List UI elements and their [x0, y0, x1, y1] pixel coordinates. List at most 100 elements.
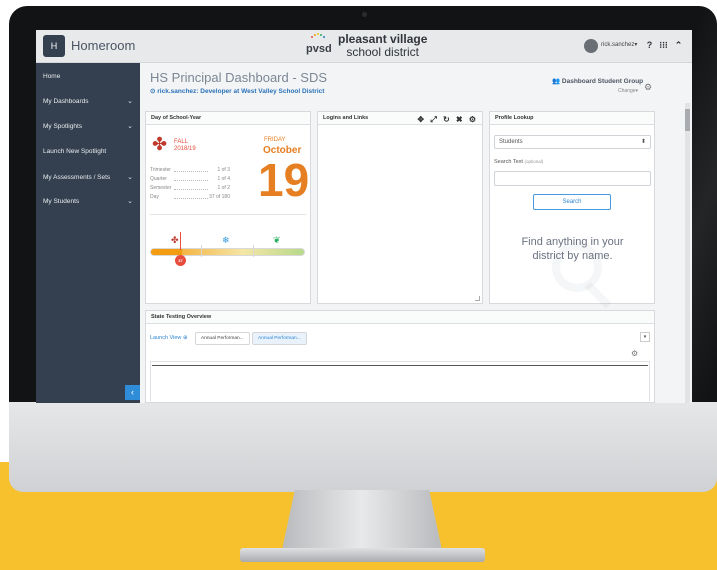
apps-grid-icon[interactable]: ⁝⁝⁝ — [658, 40, 669, 51]
search-text-label: Search Text (optional) — [494, 159, 543, 165]
gear-icon[interactable]: ⚙ — [469, 115, 478, 124]
stat-value: 1 of 2 — [217, 185, 230, 191]
scrollbar-thumb[interactable] — [685, 109, 690, 131]
close-icon[interactable]: ✖ — [456, 115, 465, 124]
day-of-school-year-panel: Day of School-Year ✤ FALL 2018/19 FRIDAY… — [145, 111, 311, 304]
report-frame — [150, 361, 650, 401]
plus-circle-icon: ⊕ — [182, 335, 188, 341]
stat-label: Semester — [150, 185, 172, 191]
logins-and-links-panel: Logins and Links ✥ ⤢ ↻ ✖ ⚙ — [317, 111, 483, 304]
profile-lookup-panel: Profile Lookup Students ⬍ Search Text (o… — [489, 111, 655, 309]
panel-title: State Testing Overview — [146, 311, 654, 324]
user-menu[interactable]: rick.sanchez▾ — [601, 41, 637, 48]
stat-day: Day 37 of 180 — [150, 194, 230, 200]
sidebar-item-label: My Dashboards — [43, 98, 89, 105]
tab-annual-performance-2[interactable]: Annual Performan... — [252, 332, 307, 345]
sidebar-item-my-dashboards[interactable]: My Dashboards ⌄ — [36, 92, 140, 112]
monitor-stand — [282, 490, 442, 550]
webcam-dot — [362, 12, 367, 17]
state-testing-overview-panel: State Testing Overview Launch View ⊕ Ann… — [145, 310, 655, 403]
sidebar-item-my-students[interactable]: My Students ⌄ — [36, 192, 140, 212]
timeline-tick — [201, 245, 202, 257]
sidebar-item-label: Home — [43, 73, 61, 80]
season-label: FALL 2018/19 — [174, 139, 196, 153]
monitor-base — [240, 548, 485, 562]
sidebar-item-label: My Students — [43, 198, 80, 205]
select-value: Students — [499, 139, 523, 145]
school-year-progress-bar — [150, 248, 305, 256]
change-label: Change — [618, 88, 636, 94]
users-icon: 👥 — [552, 78, 561, 85]
panel-title-text: Logins and Links — [323, 115, 369, 121]
stat-value: 37 of 180 — [209, 194, 230, 200]
chevron-down-icon: ⌄ — [127, 123, 133, 130]
brand-dots-icon — [311, 33, 325, 38]
report-rule — [152, 365, 648, 366]
move-icon[interactable]: ✥ — [417, 115, 426, 124]
scene: H Homeroom pvsd pleasant village school … — [0, 0, 717, 570]
search-button[interactable]: Search — [533, 194, 611, 210]
district-line-2: school district — [346, 45, 420, 59]
change-group-link[interactable]: Change▾ — [618, 88, 638, 94]
stat-trimester: Trimester 1 of 3 — [150, 167, 230, 173]
sidebar-item-my-assessments[interactable]: My Assessments / Sets ⌄ — [36, 168, 140, 188]
panel-dropdown-button[interactable]: ▾ — [640, 332, 650, 342]
sidebar-collapse-button[interactable]: ‹ — [125, 385, 140, 400]
panel-title: Logins and Links ✥ ⤢ ↻ ✖ ⚙ — [318, 112, 482, 125]
page-title: HS Principal Dashboard - SDS — [150, 70, 328, 85]
student-group-label: Dashboard Student Group — [561, 78, 644, 85]
stat-value: 1 of 3 — [217, 167, 230, 173]
sidebar-item-home[interactable]: Home — [36, 67, 140, 87]
top-bar: H Homeroom pvsd pleasant village school … — [36, 30, 692, 63]
search-label-text: Search Text — [494, 159, 523, 165]
stat-value: 1 of 4 — [217, 176, 230, 182]
timeline-tick — [253, 245, 254, 257]
optional-hint: (optional) — [524, 159, 544, 164]
gear-icon[interactable]: ⚙ — [631, 349, 638, 358]
sidebar-item-my-spotlights[interactable]: My Spotlights ⌄ — [36, 117, 140, 137]
help-icon[interactable]: ? — [644, 40, 655, 51]
district-name: pleasant village school district — [338, 33, 427, 59]
chevron-down-icon: ⌄ — [127, 174, 133, 181]
homeroom-logo-icon[interactable]: H — [43, 35, 65, 57]
select-caret-icon: ⬍ — [640, 139, 646, 145]
stat-label: Quarter — [150, 176, 167, 182]
refresh-icon[interactable]: ↻ — [443, 115, 452, 124]
fall-leaf-icon: ✤ — [171, 235, 179, 245]
expand-icon[interactable]: ⤢ — [430, 115, 438, 124]
app-screen: H Homeroom pvsd pleasant village school … — [36, 30, 692, 403]
student-group-selector[interactable]: 👥 Dashboard Student Group — [552, 77, 643, 85]
current-day-flag — [180, 232, 181, 250]
chevron-down-icon: ⌄ — [127, 98, 133, 105]
current-day-marker: 37 — [175, 255, 186, 266]
vertical-scrollbar[interactable] — [685, 103, 690, 403]
weekday-label: FRIDAY — [264, 137, 286, 143]
launch-view-label: Launch View — [150, 335, 182, 341]
collapse-up-icon[interactable]: ⌃ — [673, 40, 684, 51]
user-circle-icon: ⊙ — [150, 88, 156, 95]
launch-view-link[interactable]: Launch View ⊕ — [150, 335, 188, 341]
chevron-down-icon: ⌄ — [127, 198, 133, 205]
season-name: FALL — [174, 139, 189, 145]
stat-quarter: Quarter 1 of 4 — [150, 176, 230, 182]
school-year: 2018/19 — [174, 146, 196, 152]
lookup-type-select[interactable]: Students ⬍ — [494, 135, 651, 149]
stat-semester: Semester 1 of 2 — [150, 185, 230, 191]
divider — [150, 214, 306, 215]
gear-icon[interactable]: ⚙ — [644, 82, 652, 93]
main-content: HS Principal Dashboard - SDS ⊙ rick.sanc… — [140, 63, 692, 403]
page-subtitle: ⊙ rick.sanchez: Developer at West Valley… — [150, 87, 324, 95]
resize-handle[interactable] — [475, 296, 480, 301]
stat-label: Trimester — [150, 167, 171, 173]
monitor-chin — [9, 402, 717, 492]
sidebar: Home My Dashboards ⌄ My Spotlights ⌄ Lau… — [36, 63, 140, 403]
maple-leaf-icon: ✤ — [152, 134, 168, 154]
magnifier-handle — [584, 281, 612, 309]
panel-title: Day of School-Year — [146, 112, 310, 125]
day-number: 19 — [258, 154, 310, 206]
tab-annual-performance-1[interactable]: Annual Performan... — [195, 332, 250, 345]
sprout-icon: ❦ — [273, 235, 281, 245]
sidebar-item-launch-new-spotlight[interactable]: Launch New Spotlight — [36, 142, 140, 162]
avatar[interactable] — [584, 39, 598, 53]
search-input[interactable] — [494, 171, 651, 186]
